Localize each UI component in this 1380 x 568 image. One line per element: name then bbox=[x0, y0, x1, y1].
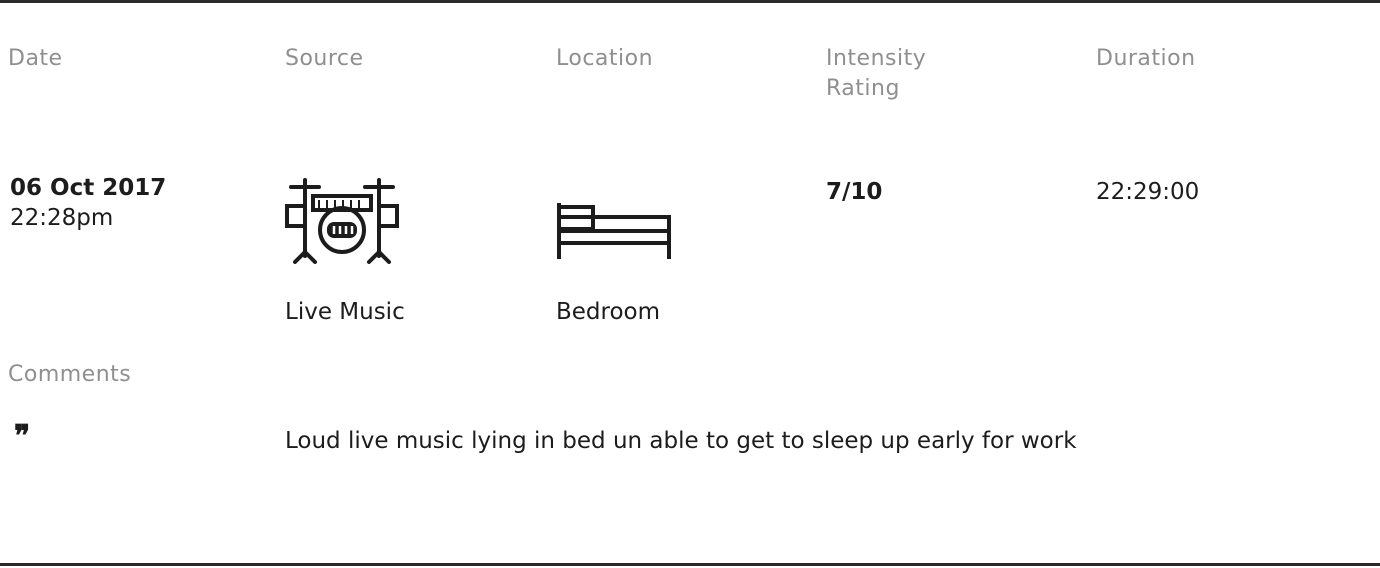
drum-kit-icon bbox=[283, 174, 401, 266]
duration-value: 22:29:00 bbox=[1096, 179, 1200, 205]
location-label: Bedroom bbox=[556, 299, 661, 325]
comments-label: Comments bbox=[8, 362, 132, 387]
intensity-rating-value: 7/10 bbox=[826, 179, 883, 205]
entry-date: 06 Oct 2017 bbox=[10, 175, 167, 201]
comment-text: Loud live music lying in bed un able to … bbox=[285, 428, 1077, 454]
bed-icon bbox=[555, 203, 673, 259]
table-row: 06 Oct 2017 22:28pm Live Music Bedroom 7… bbox=[0, 0, 1380, 568]
source-label: Live Music bbox=[285, 299, 405, 325]
entry-time: 22:28pm bbox=[10, 205, 114, 231]
quote-icon: ❞ bbox=[14, 419, 31, 454]
bottom-divider bbox=[0, 563, 1380, 566]
